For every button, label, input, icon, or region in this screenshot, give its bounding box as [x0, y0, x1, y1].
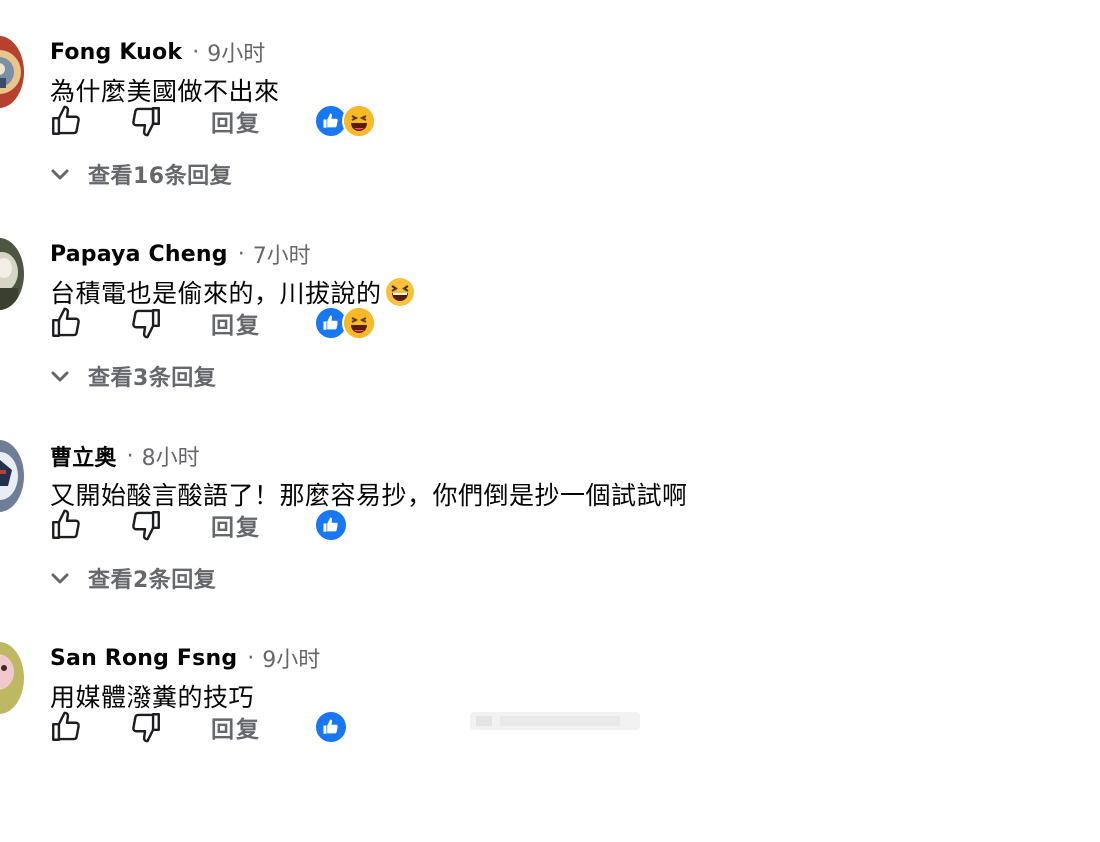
comment-item: Fong Kuok · 9小时 為什麼美國做不出來 回复 查看16条回复 [0, 34, 1100, 236]
thumbs-up-icon [52, 711, 80, 741]
reply-button[interactable]: 回复 [208, 100, 264, 142]
reactions-summary[interactable] [314, 104, 376, 138]
comment-actions: 回复 [48, 302, 448, 344]
comment-item: San Rong Fsng · 9小时 用媒體潑糞的技巧 回复 [0, 640, 1100, 842]
view-replies-label: 查看16条回复 [88, 164, 233, 189]
comment-timestamp[interactable]: 9小时 [262, 642, 320, 674]
like-reaction-icon [314, 508, 348, 542]
comment-actions: 回复 [48, 706, 448, 748]
comment-actions: 回复 [48, 100, 448, 142]
chevron-down-icon [48, 566, 72, 590]
reactions-summary[interactable] [314, 710, 348, 744]
comment-author[interactable]: Papaya Cheng [50, 242, 228, 267]
haha-reaction-icon [342, 306, 376, 340]
thumbs-down-icon [132, 107, 160, 137]
comment-timestamp[interactable]: 7小时 [253, 238, 311, 270]
like-button[interactable] [48, 100, 84, 142]
reply-button[interactable]: 回复 [208, 504, 264, 546]
thumbs-up-icon [52, 307, 80, 337]
comment-item: Papaya Cheng · 7小时 台積電也是偷來的，川拔說的 回复 查看3条… [0, 236, 1100, 438]
dislike-button[interactable] [128, 302, 164, 344]
previous-comment-fragment [110, 0, 250, 4]
comment-author[interactable]: Fong Kuok [50, 40, 182, 65]
avatar[interactable] [0, 440, 24, 512]
separator-dot: · [247, 645, 255, 671]
avatar[interactable] [0, 642, 24, 714]
reply-label: 回复 [211, 313, 261, 339]
thumbs-down-icon [132, 309, 160, 339]
view-replies-label: 查看3条回复 [88, 366, 217, 391]
thumbs-up-icon [52, 509, 80, 539]
view-replies-button[interactable]: 查看2条回复 [48, 560, 216, 596]
separator-dot: · [126, 443, 134, 469]
dislike-button[interactable] [128, 100, 164, 142]
watermark [470, 708, 640, 734]
comment-author[interactable]: San Rong Fsng [50, 646, 237, 671]
comment-timestamp[interactable]: 8小时 [142, 440, 200, 472]
reply-label: 回复 [211, 515, 261, 541]
separator-dot: · [192, 39, 200, 65]
thumbs-down-icon [132, 511, 160, 541]
comment-author[interactable]: 曹立奥 [50, 440, 117, 472]
reply-button[interactable]: 回复 [208, 706, 264, 748]
reply-label: 回复 [211, 717, 261, 743]
like-button[interactable] [48, 302, 84, 344]
reply-button[interactable]: 回复 [208, 302, 264, 344]
comment-timestamp[interactable]: 9小时 [207, 36, 265, 68]
chevron-down-icon [48, 162, 72, 186]
avatar[interactable] [0, 36, 24, 108]
like-button[interactable] [48, 706, 84, 748]
dislike-button[interactable] [128, 706, 164, 748]
separator-dot: · [237, 241, 245, 267]
reactions-summary[interactable] [314, 508, 348, 542]
dislike-button[interactable] [128, 504, 164, 546]
avatar[interactable] [0, 238, 24, 310]
view-replies-label: 查看2条回复 [88, 568, 217, 593]
reactions-summary[interactable] [314, 306, 376, 340]
reply-label: 回复 [211, 111, 261, 137]
view-replies-button[interactable]: 查看3条回复 [48, 358, 216, 394]
like-reaction-icon [314, 710, 348, 744]
comment-item: 曹立奥 · 8小时 又開始酸言酸語了！那麼容易抄，你們倒是抄一個試試啊 回复 查… [0, 438, 1100, 640]
view-replies-button[interactable]: 查看16条回复 [48, 156, 232, 192]
chevron-down-icon [48, 364, 72, 388]
comment-actions: 回复 [48, 504, 448, 546]
like-button[interactable] [48, 504, 84, 546]
haha-reaction-icon [342, 104, 376, 138]
thumbs-down-icon [132, 713, 160, 743]
thumbs-up-icon [52, 105, 80, 135]
